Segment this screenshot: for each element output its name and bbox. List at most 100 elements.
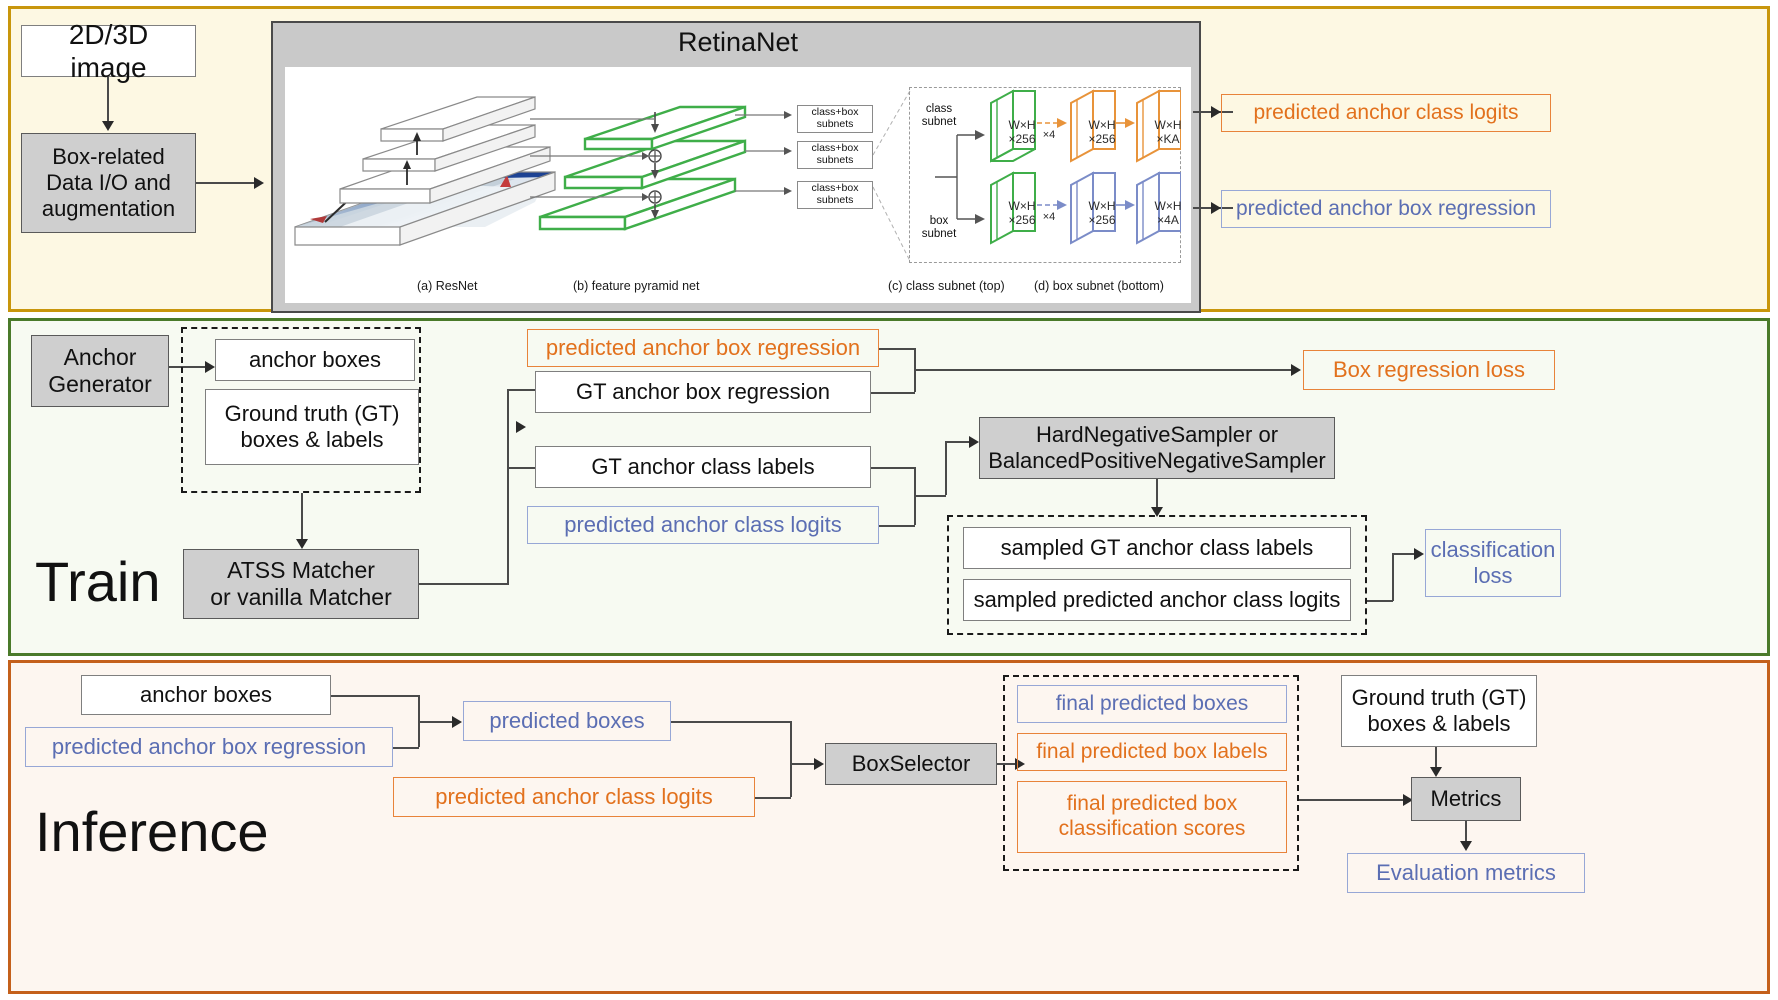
node-sampled-pred-anchor-class-logits: sampled predicted anchor class logits <box>963 579 1351 621</box>
label-class-subnet-line-1: class <box>925 103 953 115</box>
cube-box-blue-mid-label: W×H ×256 <box>1080 199 1124 228</box>
arrowhead-metrics-to-eval <box>1460 841 1472 851</box>
final-scores-l2: classification scores <box>1058 817 1246 840</box>
conn-matcher-out <box>419 583 507 585</box>
conn-anchorboxes-right <box>331 695 419 697</box>
node-final-predicted-boxes: final predicted boxes <box>1017 685 1287 723</box>
box-subnet-repeat-label: ×4 <box>1042 211 1056 223</box>
panel-inference: Inference anchor boxes predicted anchor … <box>8 660 1770 994</box>
cube-box-blue-mid-l2: ×256 <box>1088 212 1116 227</box>
cube-class-orange-mid-l2: ×256 <box>1088 131 1116 146</box>
conn-predreg-right-inf <box>393 747 419 749</box>
inference-section-title: Inference <box>35 800 269 863</box>
node-final-predicted-box-scores: final predicted box classification score… <box>1017 781 1287 853</box>
matcher-l2: or vanilla Matcher <box>210 584 392 610</box>
anchor-generator-l2: Generator <box>48 371 152 397</box>
conn-final-to-metrics <box>1299 799 1409 801</box>
conn-gtreg-right <box>871 392 915 394</box>
conn-cls-riser <box>945 441 947 495</box>
caption-d-box-subnet: (d) box subnet (bottom) <box>1034 279 1164 293</box>
cube-class-orange-mid-label: W×H ×256 <box>1080 118 1124 147</box>
conn-matcher-riser <box>507 389 509 585</box>
cube-box-blue-mid-l1: W×H <box>1088 199 1116 213</box>
arrowhead-to-sampler <box>969 436 979 448</box>
conn-predcls-right <box>879 525 915 527</box>
node-atss-matcher: ATSS Matcher or vanilla Matcher <box>183 549 419 619</box>
sampler-l1: HardNegativeSampler or <box>1035 422 1279 448</box>
node-inf-gt-boxes-labels: Ground truth (GT) boxes & labels <box>1341 675 1537 747</box>
train-section-title: Train <box>35 550 161 613</box>
node-box-selector: BoxSelector <box>825 743 997 785</box>
node-inf-pred-anchor-class-logits: predicted anchor class logits <box>393 777 755 817</box>
retinanet-figure: RetinaNet class+box subnets class+box su… <box>271 21 1201 313</box>
train-gt-l1: Ground truth (GT) <box>224 401 400 427</box>
node-box-related-io: Box-related Data I/O and augmentation <box>21 133 196 233</box>
fpn-illustration <box>530 105 792 231</box>
classification-loss-l2: loss <box>1473 563 1513 588</box>
retinanet-canvas: class+box subnets class+box subnets clas… <box>285 67 1191 303</box>
node-final-predicted-box-labels: final predicted box labels <box>1017 733 1287 771</box>
subnet-box-2: class+box subnets <box>797 141 873 169</box>
node-anchor-generator: Anchor Generator <box>31 335 169 407</box>
subnet-box-1-line-2: subnets <box>816 118 854 130</box>
io-line-2: Data I/O and <box>46 170 171 196</box>
arrowhead-predicted-boxes <box>452 716 462 728</box>
node-train-pred-anchor-box-regression: predicted anchor box regression <box>527 329 879 367</box>
cube-class-orange-mid-l1: W×H <box>1088 118 1116 132</box>
conn-gtcls-right <box>871 467 915 469</box>
inf-gt-l1: Ground truth (GT) <box>1351 685 1527 711</box>
conn-predreg-right <box>879 348 915 350</box>
node-gt-anchor-box-regression: GT anchor box regression <box>535 371 871 413</box>
retinanet-title: RetinaNet <box>677 27 799 57</box>
conn-predlogits-right <box>755 797 791 799</box>
conn-sampled-right <box>1367 600 1393 602</box>
conn-cls-merge-out <box>914 495 946 497</box>
cube-class-orange-out-l2: ×KA <box>1156 131 1180 146</box>
node-sampled-gt-anchor-class-labels: sampled GT anchor class labels <box>963 527 1351 569</box>
label-class-subnet: class subnet <box>913 103 965 129</box>
anchor-generator-l1: Anchor <box>63 343 137 370</box>
arrowhead-gt-to-metrics <box>1430 767 1442 777</box>
final-scores-l1: final predicted box <box>1066 792 1238 816</box>
subnet-box-2-line-2: subnets <box>816 154 854 166</box>
label-box-subnet-line-2: subnet <box>921 227 957 240</box>
subnet-box-3-line-2: subnets <box>816 194 854 206</box>
cube-class-orange-out-l1: W×H <box>1154 118 1182 132</box>
io-line-1: Box-related <box>52 144 165 170</box>
train-gt-l2: boxes & labels <box>240 427 384 452</box>
arrowhead-class-loss <box>1414 548 1424 560</box>
matcher-l1: ATSS Matcher <box>227 556 375 583</box>
subnet-box-1: class+box subnets <box>797 105 873 133</box>
arrowhead-class-logits <box>1211 106 1221 118</box>
conn-image-to-io <box>107 77 109 123</box>
node-2d-3d-image: 2D/3D image <box>21 19 196 83</box>
conn-sampled-riser <box>1392 553 1394 601</box>
node-train-pred-anchor-class-logits: predicted anchor class logits <box>527 506 879 544</box>
arrowhead-gt-to-matcher <box>296 539 308 549</box>
caption-c-class-subnet: (c) class subnet (top) <box>888 279 1005 293</box>
panel-data-pipeline: 2D/3D image Box-related Data I/O and aug… <box>8 6 1770 313</box>
node-classification-loss: classification loss <box>1425 529 1561 597</box>
classification-loss-l1: classification <box>1430 537 1556 563</box>
conn-io-to-retinanet <box>196 182 256 184</box>
subnet-box-3: class+box subnets <box>797 181 873 209</box>
node-evaluation-metrics: Evaluation metrics <box>1347 853 1585 893</box>
arrowhead-boxselector <box>814 758 824 770</box>
cube-box-blue-out-l1: W×H <box>1154 199 1182 213</box>
diagram-root: 2D/3D image Box-related Data I/O and aug… <box>0 0 1778 1000</box>
arrowhead-io-to-retinanet <box>254 177 264 189</box>
cube-box-blue-out-l2: ×4A <box>1157 212 1179 227</box>
node-top-predicted-anchor-class-logits: predicted anchor class logits <box>1221 94 1551 132</box>
node-inf-pred-anchor-box-regression: predicted anchor box regression <box>25 727 393 767</box>
node-top-predicted-anchor-box-regression: predicted anchor box regression <box>1221 190 1551 228</box>
caption-b-fpn: (b) feature pyramid net <box>573 279 700 293</box>
arrowhead-box-reg-loss <box>1291 364 1301 376</box>
inf-gt-l2: boxes & labels <box>1367 711 1511 736</box>
node-metrics: Metrics <box>1411 777 1521 821</box>
conn-branch-to-gt-class-labels <box>507 467 535 469</box>
node-gt-anchor-class-labels: GT anchor class labels <box>535 446 871 488</box>
node-train-gt-boxes-labels: Ground truth (GT) boxes & labels <box>205 389 419 465</box>
conn-to-box-reg-loss <box>914 369 1296 371</box>
node-predicted-boxes: predicted boxes <box>463 701 671 741</box>
panel-train: Train Anchor Generator anchor boxes Grou… <box>8 318 1770 656</box>
